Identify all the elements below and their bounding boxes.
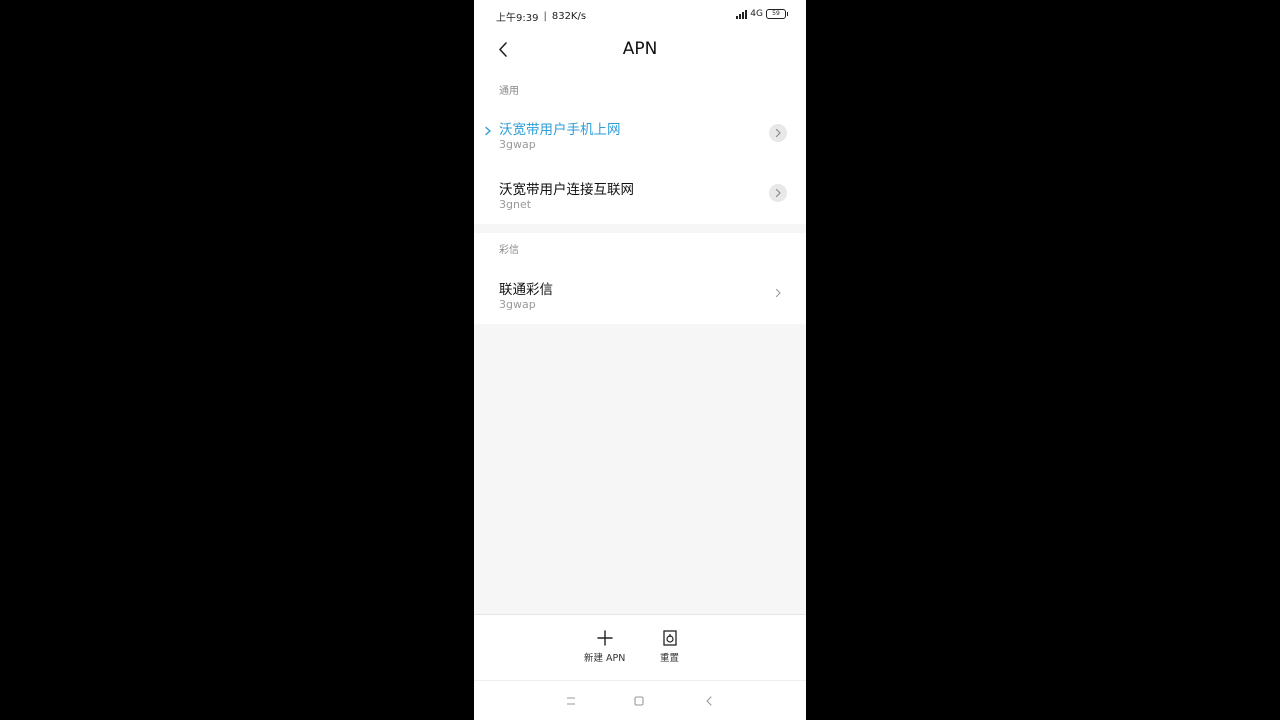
navigation-bar	[474, 680, 806, 720]
new-apn-label: 新建 APN	[584, 653, 626, 664]
reset-label: 重置	[660, 653, 680, 664]
apn-value: 3gwap	[499, 138, 536, 151]
phone-screen: 上午9:39 | 832K/s 4G 59 APN 通用 沃宽带用户手机上网 3…	[474, 0, 806, 720]
reset-button[interactable]: 重置	[660, 629, 679, 664]
network-type: 4G	[750, 9, 763, 19]
status-time: 上午9:39	[496, 13, 539, 24]
home-button[interactable]	[631, 693, 647, 709]
home-square-icon	[634, 696, 644, 706]
signal-icon	[736, 9, 748, 19]
apn-name: 联通彩信	[499, 282, 553, 298]
apn-detail-button[interactable]	[769, 124, 787, 142]
apn-detail-button[interactable]	[769, 284, 787, 302]
nav-back-button[interactable]	[701, 693, 717, 709]
recents-button[interactable]	[563, 693, 579, 709]
status-speed: 832K/s	[551, 11, 587, 22]
apn-item[interactable]: 沃宽带用户手机上网 3gwap	[474, 118, 806, 178]
title-bar: APN	[474, 32, 806, 72]
selected-indicator-icon	[485, 126, 491, 136]
apn-name: 沃宽带用户连接互联网	[499, 182, 634, 198]
battery-level: 59	[772, 10, 780, 17]
apn-value: 3gnet	[499, 198, 532, 211]
apn-value: 3gwap	[499, 298, 536, 311]
page-title: APN	[622, 39, 658, 59]
section-header-mms: 彩信	[499, 245, 519, 256]
back-triangle-icon	[706, 696, 712, 706]
apn-name: 沃宽带用户手机上网	[499, 122, 621, 138]
section-mms: 彩信 联通彩信 3gwap	[474, 233, 806, 324]
status-left: 上午9:39 | 832K/s	[496, 9, 586, 24]
apn-item[interactable]: 沃宽带用户连接互联网 3gnet	[474, 178, 806, 238]
status-right: 4G 59	[736, 9, 788, 19]
plus-icon	[596, 630, 613, 646]
chevron-right-icon	[775, 188, 781, 198]
chevron-right-icon	[775, 288, 781, 298]
chevron-right-icon	[775, 128, 781, 138]
section-general: 通用 沃宽带用户手机上网 3gwap 沃宽带用户连接互联网 3gnet	[474, 72, 806, 224]
battery-icon: 59	[766, 9, 788, 19]
reset-icon	[662, 630, 677, 646]
apn-item[interactable]: 联通彩信 3gwap	[474, 278, 806, 338]
status-separator: |	[543, 11, 547, 22]
apn-detail-button[interactable]	[769, 184, 787, 202]
menu-icon	[567, 697, 575, 705]
bottom-toolbar: 新建 APN 重置	[474, 614, 806, 681]
status-bar: 上午9:39 | 832K/s 4G 59	[474, 0, 806, 32]
new-apn-button[interactable]: 新建 APN	[584, 629, 625, 664]
section-header-general: 通用	[499, 86, 519, 97]
